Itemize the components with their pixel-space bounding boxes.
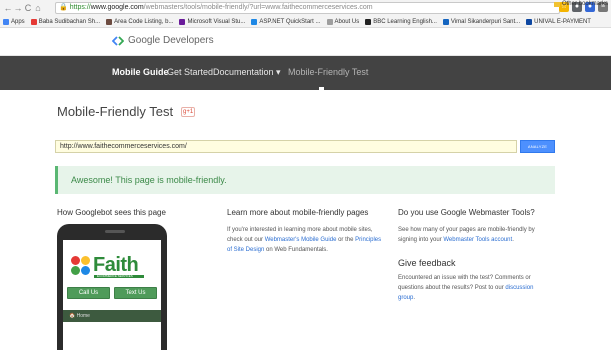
section-nav: Mobile Guide Get Started Documentation ▾… — [0, 56, 611, 90]
bookmark-item[interactable]: Baba Sudibachan Sh... — [30, 18, 101, 25]
text-us-button: Text Us — [114, 287, 157, 299]
nav-mobile-guide[interactable]: Mobile Guide — [112, 67, 169, 77]
bookmark-favicon-icon — [326, 18, 333, 25]
bookmark-item[interactable]: Vimal Sikanderpuri Sant... — [442, 18, 521, 25]
learn-more-heading: Learn more about mobile-friendly pages — [227, 208, 369, 217]
webmaster-text-2: . — [512, 237, 514, 243]
bookmark-label: Vimal Sikanderpuri Sant... — [450, 18, 521, 25]
bookmark-item[interactable]: Area Code Listing, b... — [106, 18, 174, 25]
nav-documentation[interactable]: Documentation ▾ — [213, 67, 281, 78]
page-title: Mobile-Friendly Test — [57, 104, 174, 119]
bookmark-favicon-icon — [526, 18, 533, 25]
learn-more-text: If you're interested in learning more ab… — [227, 225, 387, 255]
webmaster-tools-text: See how many of your pages are mobile-fr… — [398, 225, 550, 245]
bookmark-favicon-icon — [30, 18, 37, 25]
analyze-button[interactable]: ANALYZE — [520, 140, 555, 153]
other-bookmarks[interactable]: Other bookmarks — [553, 1, 608, 7]
nav-mobile-friendly-test[interactable]: Mobile-Friendly Test — [288, 67, 368, 77]
bookmark-label: About Us — [334, 18, 360, 25]
title-row: Mobile-Friendly Test g+1 — [57, 104, 196, 119]
bookmark-label: ASP.NET QuickStart ... — [259, 18, 321, 25]
bookmark-item[interactable]: Microsoft Visual Stu... — [179, 18, 246, 25]
google-developers-label: Google Developers — [128, 35, 214, 46]
logo-tagline: ECOMMERCE SERVICES — [97, 274, 133, 278]
feedback-text: Encountered an issue with the test? Comm… — [398, 273, 550, 303]
phone-home-nav: 🏠 Home — [63, 310, 161, 322]
bookmark-label: Apps — [11, 18, 25, 25]
back-button[interactable]: ← — [3, 1, 13, 15]
folder-icon — [553, 1, 560, 7]
text-us-label: Text Us — [125, 290, 146, 296]
learn-more-text-2: or the — [336, 237, 356, 243]
bookmark-label: Baba Sudibachan Sh... — [38, 18, 101, 25]
home-label: Home — [76, 313, 90, 319]
phone-screen: Faith ECOMMERCE SERVICES Call Us Text Us… — [63, 240, 161, 350]
googlebot-heading: How Googlebot sees this page — [57, 208, 166, 217]
bookmark-label: BBC Learning English... — [373, 18, 437, 25]
bookmark-favicon-icon — [3, 18, 9, 25]
bookmark-label: UNIVAL E-PAYMENT — [534, 18, 591, 25]
google-developers-header: Google Developers — [0, 28, 611, 56]
bookmark-favicon-icon — [106, 18, 113, 25]
bookmark-label: Microsoft Visual Stu... — [187, 18, 246, 25]
learn-more-text-3: on Web Fundamentals. — [264, 247, 328, 253]
active-nav-indicator — [319, 87, 324, 90]
bookmark-favicon-icon — [365, 18, 372, 25]
other-bookmarks-label: Other bookmarks — [561, 1, 608, 7]
webmaster-tools-heading: Do you use Google Webmaster Tools? — [398, 208, 535, 217]
feedback-heading: Give feedback — [398, 258, 456, 268]
url-scheme: https:// — [69, 4, 91, 11]
google-plus-button[interactable]: g+1 — [181, 106, 196, 117]
phone-speaker — [105, 230, 125, 233]
bookmark-item[interactable]: ASP.NET QuickStart ... — [251, 18, 321, 25]
phone-preview: Faith ECOMMERCE SERVICES Call Us Text Us… — [57, 224, 167, 350]
webmaster-tools-link[interactable]: Webmaster Tools account — [443, 237, 512, 243]
bookmark-item[interactable]: Apps — [3, 18, 25, 25]
result-message: Awesome! This page is mobile-friendly. — [71, 175, 227, 185]
home-button[interactable]: ⌂ — [33, 1, 43, 15]
reload-button[interactable]: C — [23, 1, 33, 15]
bookmarks-bar: Apps Baba Sudibachan Sh... Area Code Listi… — [0, 16, 611, 28]
mobile-guide-link[interactable]: Webmaster's Mobile Guide — [265, 237, 337, 243]
google-developers-logo[interactable]: Google Developers — [112, 35, 214, 46]
home-icon: 🏠 — [69, 313, 77, 319]
lock-icon: 🔒 — [59, 4, 68, 11]
bookmark-item[interactable]: BBC Learning English... — [365, 18, 437, 25]
bookmark-favicon-icon — [179, 18, 186, 25]
flower-icon — [71, 255, 91, 276]
nav-get-started[interactable]: Get Started — [167, 67, 213, 77]
url-path: /webmasters/tools/mobile-friendly/?url=w… — [143, 4, 373, 11]
feedback-text-2: . — [413, 295, 416, 301]
browser-window: ← → C ⌂ 🔒 https://www.google.com/webmaste… — [0, 0, 611, 350]
result-banner: Awesome! This page is mobile-friendly. — [55, 166, 555, 194]
forward-button[interactable]: → — [13, 1, 23, 15]
bookmark-item[interactable]: About Us — [326, 18, 360, 25]
url-host: www.google.com — [90, 4, 144, 11]
call-us-label: Call Us — [78, 290, 99, 296]
bookmark-favicon-icon — [442, 18, 449, 25]
bookmark-favicon-icon — [251, 18, 258, 25]
call-us-button: Call Us — [67, 287, 110, 299]
address-bar[interactable]: 🔒 https://www.google.com/webmasters/tools… — [55, 2, 560, 14]
developers-brackets-icon — [112, 35, 124, 46]
url-input[interactable]: http://www.faithecommerceservices.com/ — [55, 140, 517, 153]
bookmark-label: Area Code Listing, b... — [114, 18, 174, 25]
bookmark-item[interactable]: UNIVAL E-PAYMENT — [526, 18, 591, 25]
